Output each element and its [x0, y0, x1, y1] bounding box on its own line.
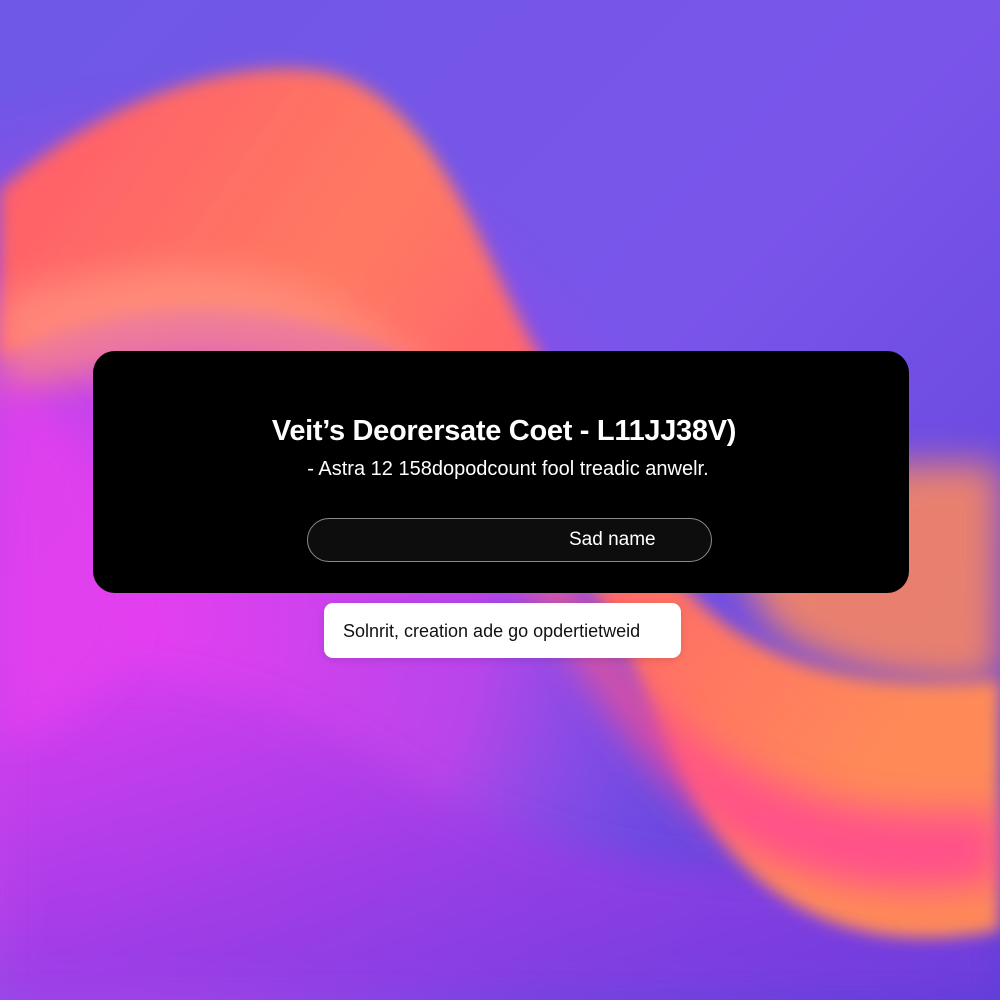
toast-message: Solnrit, creation ade go opdertietweid [343, 620, 641, 641]
dialog-subtitle: - Astra 12 158dopodcount fool treadic an… [307, 458, 709, 480]
notification-toast: Solnrit, creation ade go opdertietweid [324, 603, 681, 658]
name-input[interactable] [307, 518, 712, 562]
dialog-title: Veit’s Deorersate Coet - L11JJ38V) [271, 415, 737, 447]
